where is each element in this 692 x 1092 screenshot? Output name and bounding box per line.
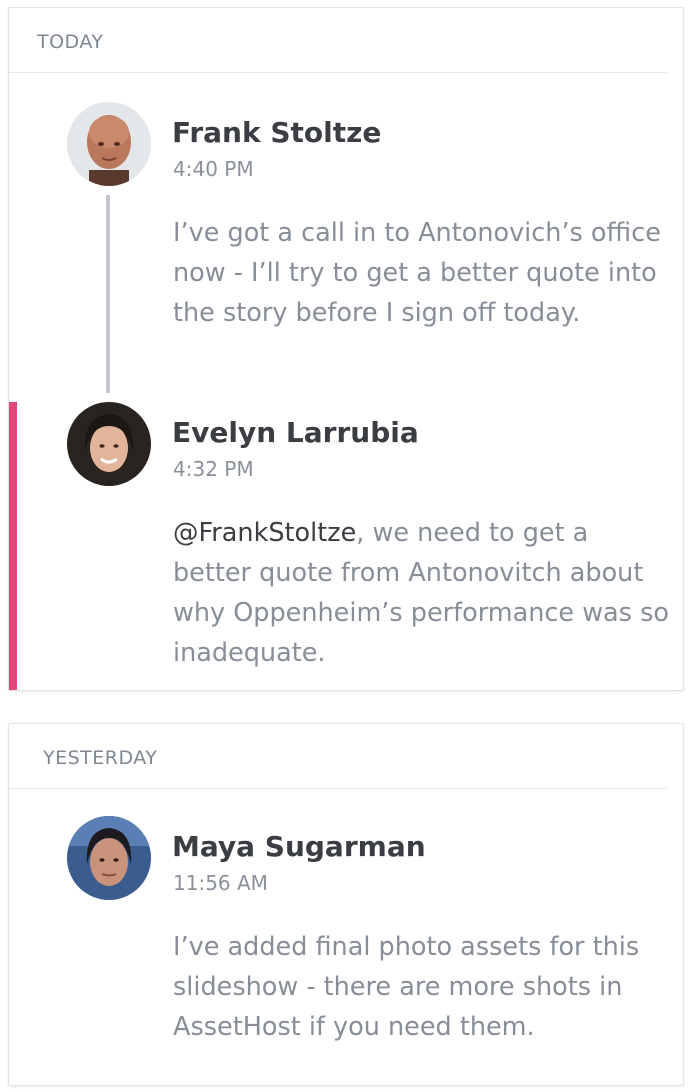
user-avatar-icon: [67, 816, 151, 900]
section-label-today: TODAY: [37, 31, 104, 53]
unread-accent-bar: [9, 402, 17, 690]
user-avatar-icon: [67, 402, 151, 486]
section-label-yesterday: YESTERDAY: [43, 747, 158, 769]
comment-author[interactable]: Frank Stoltze: [172, 116, 381, 149]
avatar[interactable]: [67, 816, 151, 900]
comment-body-text: I’ve got a call in to Antonovich’s offic…: [173, 218, 661, 328]
comments-card-yesterday: YESTERDAY Maya Sugarman 11:56 AM I’ve ad…: [9, 724, 683, 1085]
comment-author[interactable]: Evelyn Larrubia: [172, 416, 419, 449]
comment-body: I’ve added final photo assets for this s…: [173, 927, 673, 1047]
user-avatar-icon: [67, 102, 151, 186]
comment-time: 11:56 AM: [173, 871, 268, 895]
comment-author[interactable]: Maya Sugarman: [172, 830, 426, 863]
comment-body: I’ve got a call in to Antonovich’s offic…: [173, 213, 673, 333]
comment-mention[interactable]: @FrankStoltze: [173, 518, 356, 548]
section-header: YESTERDAY: [9, 724, 667, 789]
comment-body-text: I’ve added final photo assets for this s…: [173, 932, 640, 1042]
avatar[interactable]: [67, 102, 151, 186]
section-header: TODAY: [9, 8, 667, 73]
comment-body: @FrankStoltze, we need to get a better q…: [173, 513, 673, 673]
comment-time: 4:40 PM: [173, 157, 254, 181]
comment-time: 4:32 PM: [173, 457, 254, 481]
thread-connector-line: [106, 195, 110, 393]
avatar[interactable]: [67, 402, 151, 486]
comments-card-today: TODAY Frank Stoltze 4:40 PM I’ve got a c…: [9, 8, 683, 690]
